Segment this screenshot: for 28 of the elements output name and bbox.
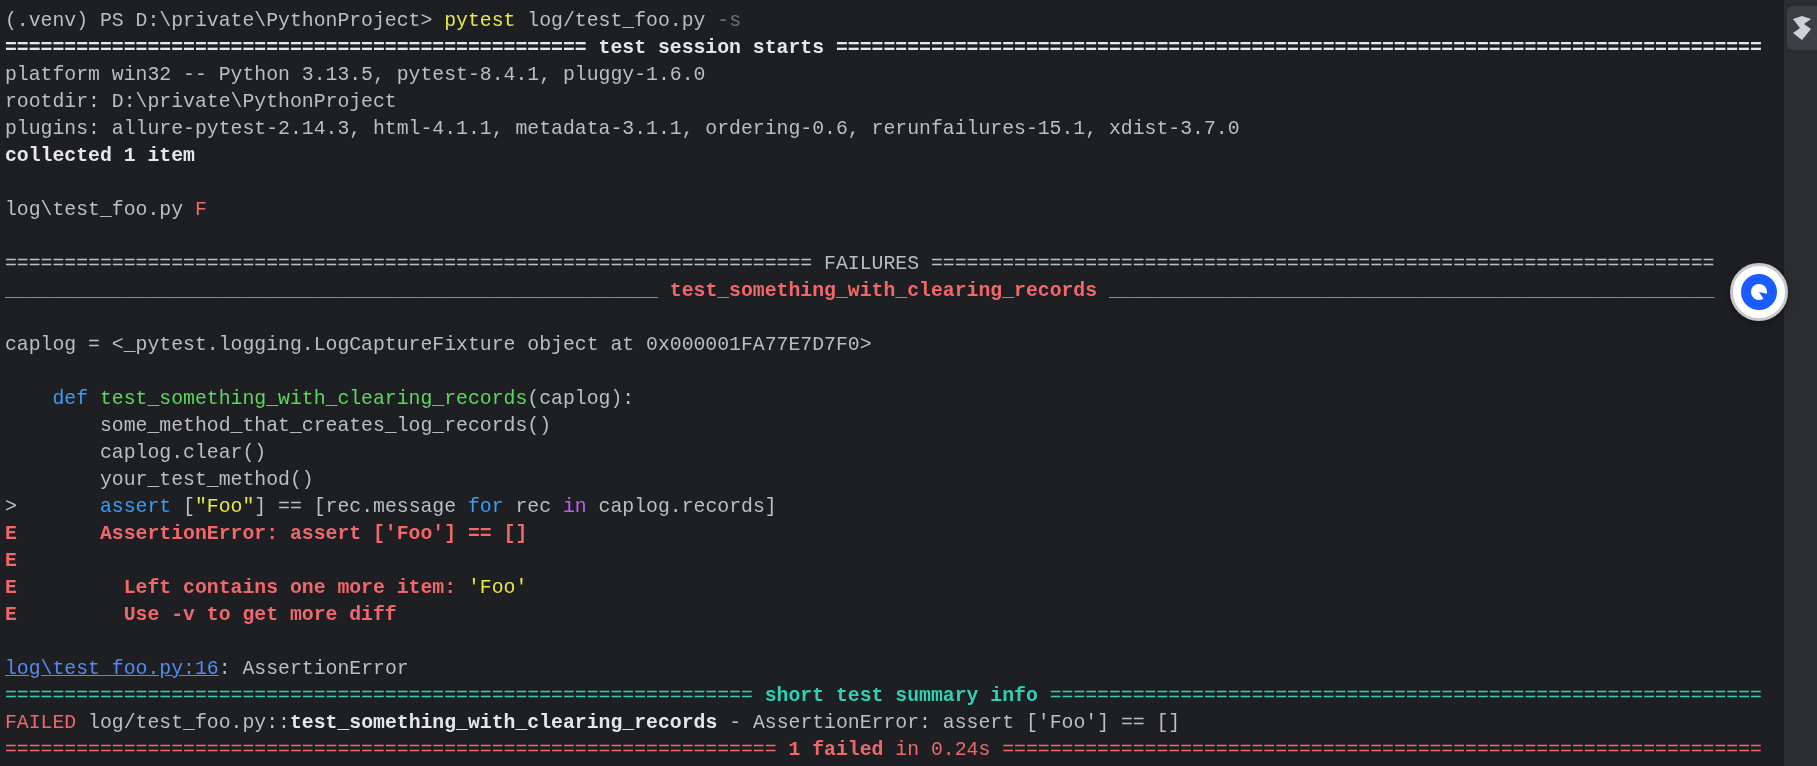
terminal-line: caplog.clear() [98,441,267,466]
terminal-line: ================================================================= 1 failed in 0.24s ================================================================ [5,738,1762,763]
file-link[interactable]: log\test_foo.py:16 [5,658,219,680]
ring-icon [1741,274,1777,310]
floating-button[interactable] [1730,263,1788,321]
terminal-line: > assert ["Foo"] == [rec.message for rec in caplog.records] [5,495,777,520]
tool-button[interactable] [1787,6,1817,50]
terminal-line: log\test_foo.py F [5,198,207,223]
logo-icon [1790,15,1814,41]
terminal-line: E Use -v to get more diff [5,603,397,628]
terminal-text: : AssertionError [218,658,409,680]
terminal-line: FAILED log/test_foo.py::test_something_with_clearing_records - AssertionError: assert ['Foo'] == [] [5,711,1181,736]
terminal-line: (.venv) PS D:\private\PythonProject> pytest log/test_foo.py -s [5,9,741,34]
terminal-line: caplog = <_pytest.logging.LogCaptureFixture object at 0x000001FA77E7D7F0> [5,333,872,358]
terminal-line: E Left contains one more item: 'Foo' [5,576,528,601]
terminal-line: your_test_method() [98,468,314,493]
terminal-line: ==================================================================== FAILURES ================================================================== [5,252,1715,277]
terminal-line: =============================================================== short test summary info ============================================================ [5,684,1762,709]
terminal-line: platform win32 -- Python 3.13.5, pytest-8.4.1, pluggy-1.6.0 [5,63,706,88]
terminal-line: ================================================= test session starts ============================================================================== [5,36,1762,61]
terminal-line: _______________________________________________________ test_something_with_clearing_records ___________________________________________________ [5,279,1715,304]
terminal-line: def test_something_with_clearing_records(caplog): [51,387,635,412]
terminal-line: plugins: allure-pytest-2.14.3, html-4.1.1, metadata-3.1.1, ordering-0.6, rerunfailures-15.1, xdist-3.7.0 [5,117,1240,142]
terminal-line: E [5,549,17,574]
terminal-line: collected 1 item [5,144,195,169]
terminal-line: rootdir: D:\private\PythonProject [5,90,397,115]
terminal-line: some_method_that_creates_log_records() [98,414,552,439]
terminal-line: E AssertionError: assert ['Foo'] == [] [5,522,528,547]
